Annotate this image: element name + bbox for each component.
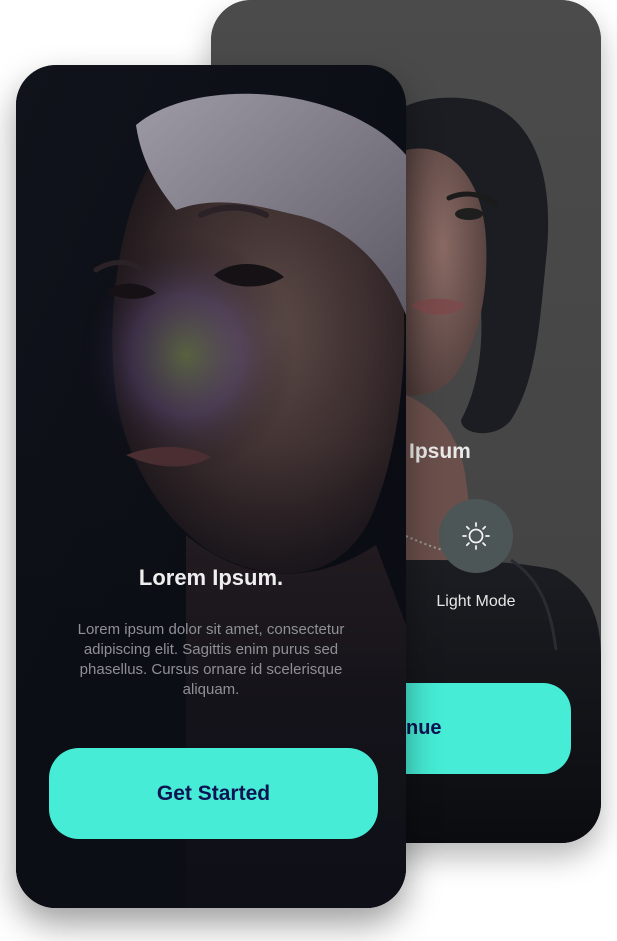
onboarding-title: Lorem Ipsum.: [138, 565, 284, 590]
light-mode-label: Light Mode: [436, 593, 516, 610]
light-mode-toggle[interactable]: [439, 499, 513, 573]
front-phone-screen: Lorem Ipsum. Lorem ipsum dolor sit amet,…: [16, 65, 406, 908]
back-screen-title: Ipsum: [409, 440, 471, 463]
onboarding-description: Lorem ipsum dolor sit amet, consectetur …: [77, 621, 345, 698]
get-started-button[interactable]: Get Started: [49, 748, 378, 839]
onboarding-showcase: Ipsum Light Mode inue Lorem Ipsum. Lorem…: [0, 0, 617, 941]
sun-icon: [462, 522, 490, 550]
